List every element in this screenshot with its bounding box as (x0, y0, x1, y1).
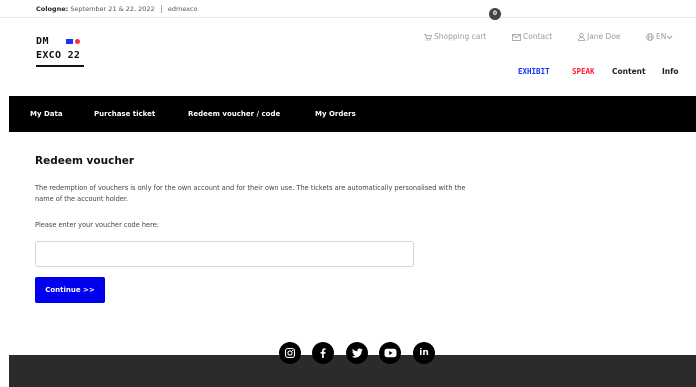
logo-blue-mark (66, 39, 73, 44)
contact-label: Contact (523, 32, 553, 41)
user-name: Jane Doe (587, 32, 621, 41)
cart-count-badge: 0 (489, 8, 501, 20)
voucher-input-label: Please enter your voucher code here: (35, 221, 159, 229)
account-tab-my-orders[interactable]: My Orders (315, 110, 356, 118)
event-tag: edmexco (167, 5, 198, 13)
cart-icon (424, 32, 434, 41)
divider (160, 5, 162, 13)
instagram-icon[interactable] (279, 342, 301, 364)
nav-info[interactable]: Info (662, 67, 679, 76)
language-selector[interactable]: EN (646, 32, 675, 41)
language-label: EN (656, 32, 667, 41)
twitter-icon[interactable] (346, 342, 368, 364)
nav-content[interactable]: Content (612, 67, 646, 76)
event-city: Cologne: (36, 5, 69, 13)
contact-link[interactable]: Contact (512, 32, 552, 41)
account-tab-redeem-voucher[interactable]: Redeem voucher / code (188, 110, 280, 118)
chevron-down-icon (666, 32, 675, 41)
nav-speak[interactable]: SPEAK (572, 67, 595, 76)
logo-red-dot (75, 39, 80, 44)
nav-exhibit[interactable]: EXHIBIT (518, 67, 550, 76)
user-icon (578, 32, 587, 41)
continue-button[interactable]: Continue >> (35, 277, 105, 303)
youtube-icon[interactable] (379, 342, 401, 364)
user-account-link[interactable]: Jane Doe (578, 32, 621, 41)
linkedin-icon-text: in (419, 348, 429, 358)
linkedin-icon[interactable]: in (413, 342, 435, 364)
cart-label: Shopping cart (434, 32, 487, 41)
logo-text-line1: DM (36, 36, 50, 47)
event-info-bar: Cologne: September 21 & 22, 2022 edmexco (0, 0, 696, 18)
mail-icon (512, 32, 523, 41)
logo-underline (36, 65, 84, 67)
logo-text-line2: EXCO 22 (36, 50, 81, 61)
shopping-cart-link[interactable]: Shopping cart (424, 32, 486, 41)
event-dates: September 21 & 22, 2022 (70, 5, 155, 13)
account-navigation-bar: My Data Purchase ticket Redeem voucher /… (9, 96, 696, 132)
dmexco-logo[interactable]: DM EXCO 22 (36, 36, 86, 70)
redeem-description: The redemption of vouchers is only for t… (35, 184, 466, 203)
account-tab-my-data[interactable]: My Data (30, 110, 63, 118)
facebook-icon[interactable] (312, 342, 334, 364)
account-tab-purchase-ticket[interactable]: Purchase ticket (94, 110, 155, 118)
page-title: Redeem voucher (35, 155, 135, 167)
voucher-code-input[interactable] (35, 241, 414, 267)
globe-icon (646, 32, 656, 41)
